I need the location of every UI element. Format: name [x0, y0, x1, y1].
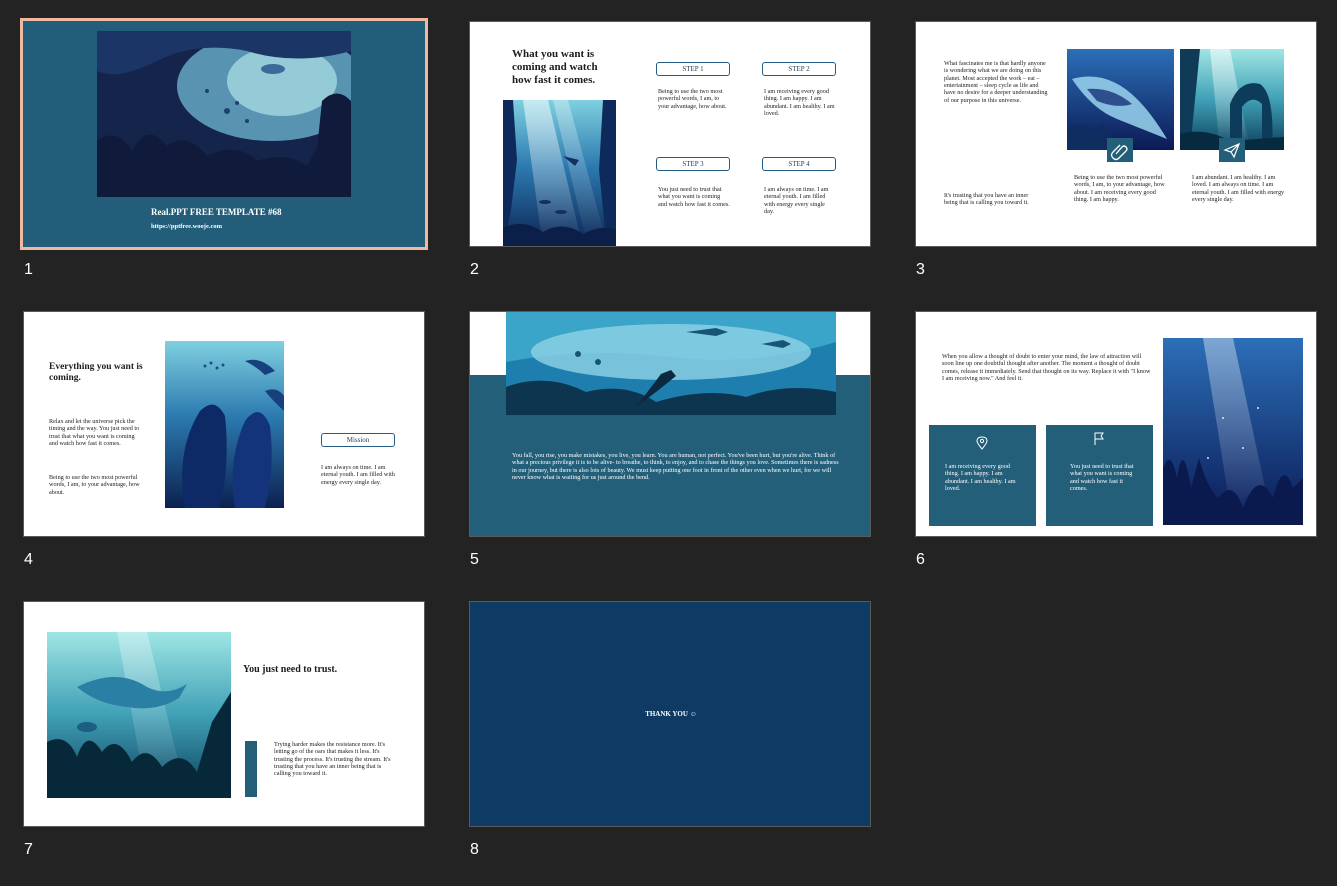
whale-illustration: [1067, 49, 1174, 150]
slide2-heading: What you want is coming and watch how fa…: [512, 48, 598, 86]
slide-number-7: 7: [24, 841, 33, 858]
cover-ocean-illustration: [97, 31, 351, 197]
whale-reef-illustration: [47, 632, 231, 798]
slide3-outro: It's trusting that you have an inner bei…: [944, 192, 1029, 207]
slide-number-6: 6: [916, 551, 925, 568]
slide-thumbnail-2[interactable]: What you want is coming and watch how fa…: [469, 21, 871, 247]
slide7-accent-bar: [245, 741, 257, 797]
slide-thumbnail-8[interactable]: THANK YOU ☺: [469, 601, 871, 827]
slide6-card1-text: I am receiving every good thing. I am ha…: [945, 463, 1016, 492]
step1-text: Being to use the two most powerful words…: [658, 88, 727, 110]
slide-thumbnail-7[interactable]: You just need to trust. Trying harder ma…: [23, 601, 425, 827]
step4-label: STEP 4: [762, 157, 836, 171]
flag-icon: [1094, 432, 1104, 445]
mission-label: Mission: [321, 433, 395, 447]
slide4-paragraph-1: Relax and let the universe pick the timi…: [49, 418, 140, 447]
slide7-body: Trying harder makes the resistance more.…: [274, 741, 391, 778]
paper-plane-icon: [1219, 138, 1245, 162]
paperclip-icon: [1107, 138, 1133, 162]
slide6-card-1: I am receiving every good thing. I am ha…: [929, 425, 1036, 526]
slide-thumbnail-6[interactable]: When you allow a thought of doubt to ent…: [915, 311, 1317, 537]
seafloor-light-illustration: [1163, 338, 1303, 525]
slide-thumbnail-4[interactable]: Everything you want is coming. Relax and…: [23, 311, 425, 537]
step3-text: You just need to trust that what you wan…: [658, 186, 730, 208]
cover-title: Real.PPT FREE TEMPLATE #68: [151, 207, 282, 217]
slide4-heading: Everything you want is coming.: [49, 362, 143, 384]
step4-text: I am always on time. I am eternal youth.…: [764, 186, 829, 215]
slide-thumbnail-1[interactable]: Real.PPT FREE TEMPLATE #68 https://pptfr…: [20, 18, 428, 250]
mission-text: I am always on time. I am eternal youth.…: [321, 464, 395, 486]
slide-thumbnail-5[interactable]: You fall, you rise, you make mistakes, y…: [469, 311, 871, 537]
step1-label: STEP 1: [656, 62, 730, 76]
slide-thumbnail-3[interactable]: What fascinates me is that hardly anyone…: [915, 21, 1317, 247]
thank-you-text: THANK YOU ☺: [645, 710, 697, 718]
step2-text: I am receiving every good thing. I am ha…: [764, 88, 835, 117]
slide4-paragraph-2: Being to use the two most powerful words…: [49, 474, 140, 496]
slide3-card2-text: I am abundant. I am healthy. I am loved.…: [1192, 174, 1285, 203]
slide5-body: You fall, you rise, you make mistakes, y…: [512, 452, 839, 481]
slide-number-4: 4: [24, 551, 33, 568]
slide7-heading: You just need to trust.: [243, 664, 338, 675]
slide3-intro: What fascinates me is that hardly anyone…: [944, 60, 1048, 104]
slide-number-1: 1: [24, 261, 33, 278]
slide6-card-2: You just need to trust that what you wan…: [1046, 425, 1153, 526]
scuba-diver-illustration: [506, 312, 836, 415]
location-pin-icon: [976, 436, 988, 450]
whales-deep-illustration: [165, 341, 284, 508]
slide6-body: When you allow a thought of doubt to ent…: [942, 353, 1151, 382]
step3-label: STEP 3: [656, 157, 730, 171]
diver-rays-illustration: [503, 100, 616, 246]
slide3-card1-text: Being to use the two most powerful words…: [1074, 174, 1165, 203]
slide6-card2-text: You just need to trust that what you wan…: [1070, 463, 1134, 492]
slide-number-3: 3: [916, 261, 925, 278]
cover-url: https://pptfree.wooje.com: [151, 223, 223, 230]
reef-arch-illustration: [1180, 49, 1284, 150]
slide-number-8: 8: [470, 841, 479, 858]
slide-number-5: 5: [470, 551, 479, 568]
step2-label: STEP 2: [762, 62, 836, 76]
slide-number-2: 2: [470, 261, 479, 278]
